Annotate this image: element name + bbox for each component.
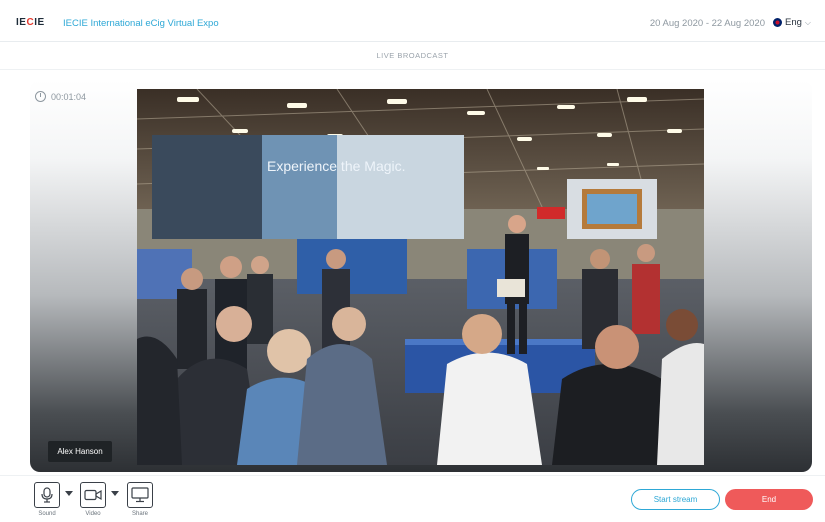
monitor-icon [131, 487, 149, 503]
end-button[interactable]: End [725, 489, 813, 510]
section-title: LIVE BROADCAST [376, 51, 449, 60]
section-header: LIVE BROADCAST [0, 42, 825, 70]
camera-icon [84, 489, 102, 501]
video-button[interactable] [80, 482, 106, 508]
sound-dropdown-caret-icon[interactable] [65, 491, 73, 496]
broadcast-timer: 00:01:04 [35, 91, 86, 102]
chevron-down-icon: ⌵ [804, 17, 811, 27]
video-control[interactable]: Video [80, 482, 106, 517]
video-label: Video [85, 511, 101, 517]
expo-hall-scene: Experience the Magic. [137, 89, 704, 465]
timer-value: 00:01:04 [51, 91, 87, 102]
share-label: Share [131, 511, 148, 517]
language-label: Eng [785, 17, 802, 28]
presenter-name-tag: Alex Hanson [48, 441, 112, 462]
share-button[interactable] [127, 482, 153, 508]
microphone-icon [41, 487, 53, 503]
iecie-logo[interactable]: IECIE [16, 17, 45, 28]
sound-control[interactable]: Sound [34, 482, 60, 517]
banner-text: Experience the Magic. [267, 158, 406, 174]
sound-label: Sound [38, 511, 56, 517]
sound-button[interactable] [34, 482, 60, 508]
video-feed[interactable]: Experience the Magic. [137, 89, 704, 465]
start-stream-button[interactable]: Start stream [631, 489, 720, 510]
expo-banner: Experience the Magic. [152, 135, 464, 239]
expo-title[interactable]: IECIE International eCig Virtual Expo [63, 18, 219, 29]
share-control[interactable]: Share [127, 482, 153, 517]
date-range: 20 Aug 2020 - 22 Aug 2020 [649, 18, 765, 29]
uk-flag-icon [773, 18, 783, 27]
video-dropdown-caret-icon[interactable] [111, 491, 119, 496]
clock-icon [35, 91, 46, 102]
top-header: IECIE IECIE International eCig Virtual E… [0, 0, 825, 42]
language-selector[interactable]: Eng ⌵ [773, 17, 811, 28]
